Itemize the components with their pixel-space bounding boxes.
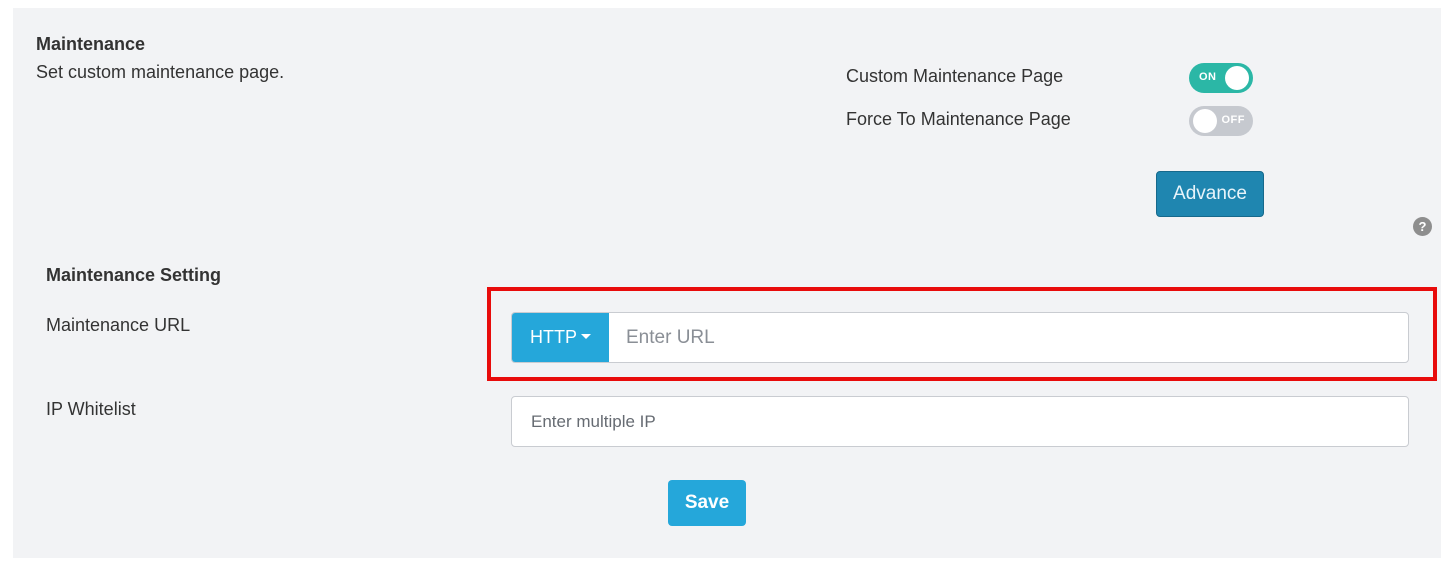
maintenance-url-label: Maintenance URL [46, 315, 191, 335]
custom-maintenance-page-label: Custom Maintenance Page [846, 66, 1064, 86]
save-button[interactable]: Save [668, 480, 746, 526]
caret-down-icon [581, 334, 591, 340]
protocol-label: HTTP [530, 327, 577, 347]
force-maintenance-page-toggle[interactable]: OFF [1189, 106, 1253, 136]
toggle-state-text: ON [1199, 71, 1217, 83]
maintenance-title: Maintenance [36, 34, 146, 54]
maintenance-url-input[interactable] [609, 313, 1408, 362]
ip-whitelist-field [511, 396, 1409, 447]
protocol-dropdown-button[interactable]: HTTP [512, 313, 609, 362]
force-maintenance-page-label: Force To Maintenance Page [846, 109, 1071, 129]
toggle-state-text: OFF [1221, 114, 1245, 126]
help-icon[interactable]: ? [1413, 217, 1432, 236]
maintenance-url-input-group: HTTP [511, 312, 1409, 363]
ip-whitelist-input[interactable] [512, 397, 1401, 446]
toggle-knob [1225, 66, 1249, 90]
toggle-knob [1193, 109, 1217, 133]
maintenance-description: Set custom maintenance page. [36, 62, 285, 82]
advance-button[interactable]: Advance [1156, 171, 1264, 217]
custom-maintenance-page-toggle[interactable]: ON [1189, 63, 1253, 93]
ip-whitelist-label: IP Whitelist [46, 399, 136, 419]
maintenance-setting-title: Maintenance Setting [46, 265, 222, 285]
